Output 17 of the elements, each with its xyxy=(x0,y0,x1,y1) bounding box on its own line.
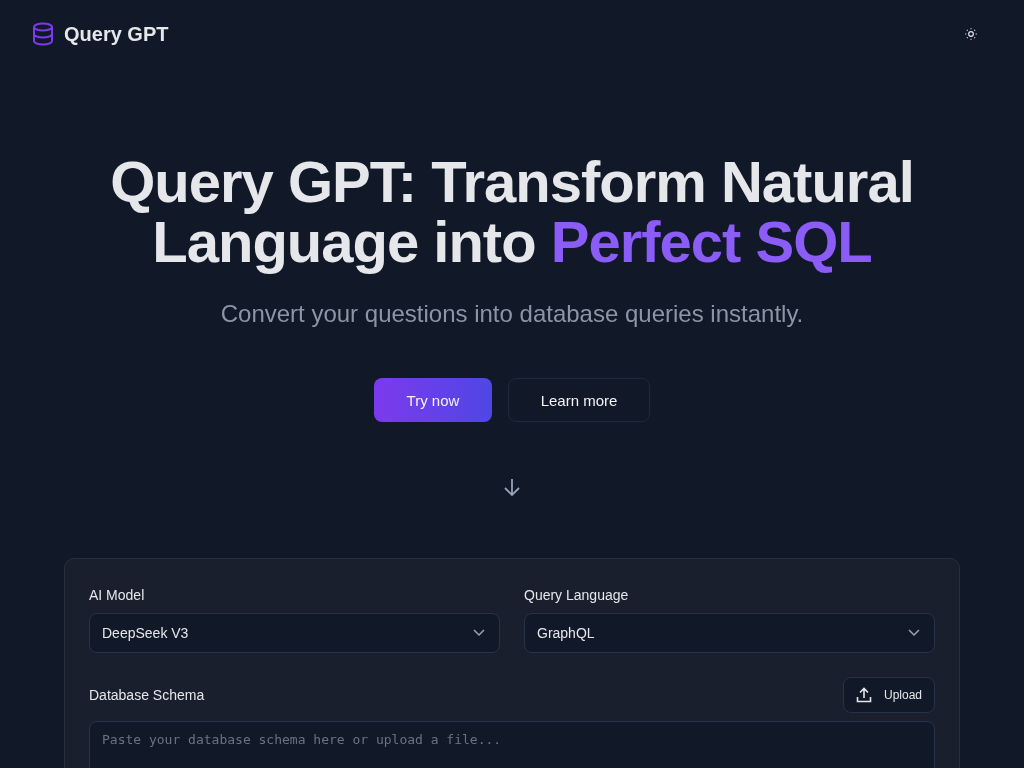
arrow-down-icon[interactable] xyxy=(503,478,521,496)
upload-icon xyxy=(855,687,872,703)
hero-subtitle: Convert your questions into database queries instantly. xyxy=(220,300,804,328)
database-icon xyxy=(32,22,54,46)
upload-button[interactable]: Upload xyxy=(842,677,935,713)
brand-name: Query GPT xyxy=(64,22,169,46)
field-label: Database Schema xyxy=(89,687,205,703)
hero-heading: Query GPT: Transform Natural Language into Perfect SQL xyxy=(109,152,915,272)
field-label: AI Model xyxy=(89,587,146,603)
select-dropdown[interactable]: DeepSeek V3 xyxy=(89,613,500,653)
chevron-down-icon xyxy=(908,629,920,637)
schema-input-field[interactable]: Paste your database schema here or upload a file... xyxy=(89,721,935,768)
learn-more-button[interactable]: Learn more xyxy=(508,378,650,422)
field-label: Query Language xyxy=(524,587,630,603)
chevron-down-icon xyxy=(473,629,485,637)
try-now-button[interactable]: Try now xyxy=(374,378,492,422)
select-dropdown[interactable]: GraphQL xyxy=(524,613,935,653)
